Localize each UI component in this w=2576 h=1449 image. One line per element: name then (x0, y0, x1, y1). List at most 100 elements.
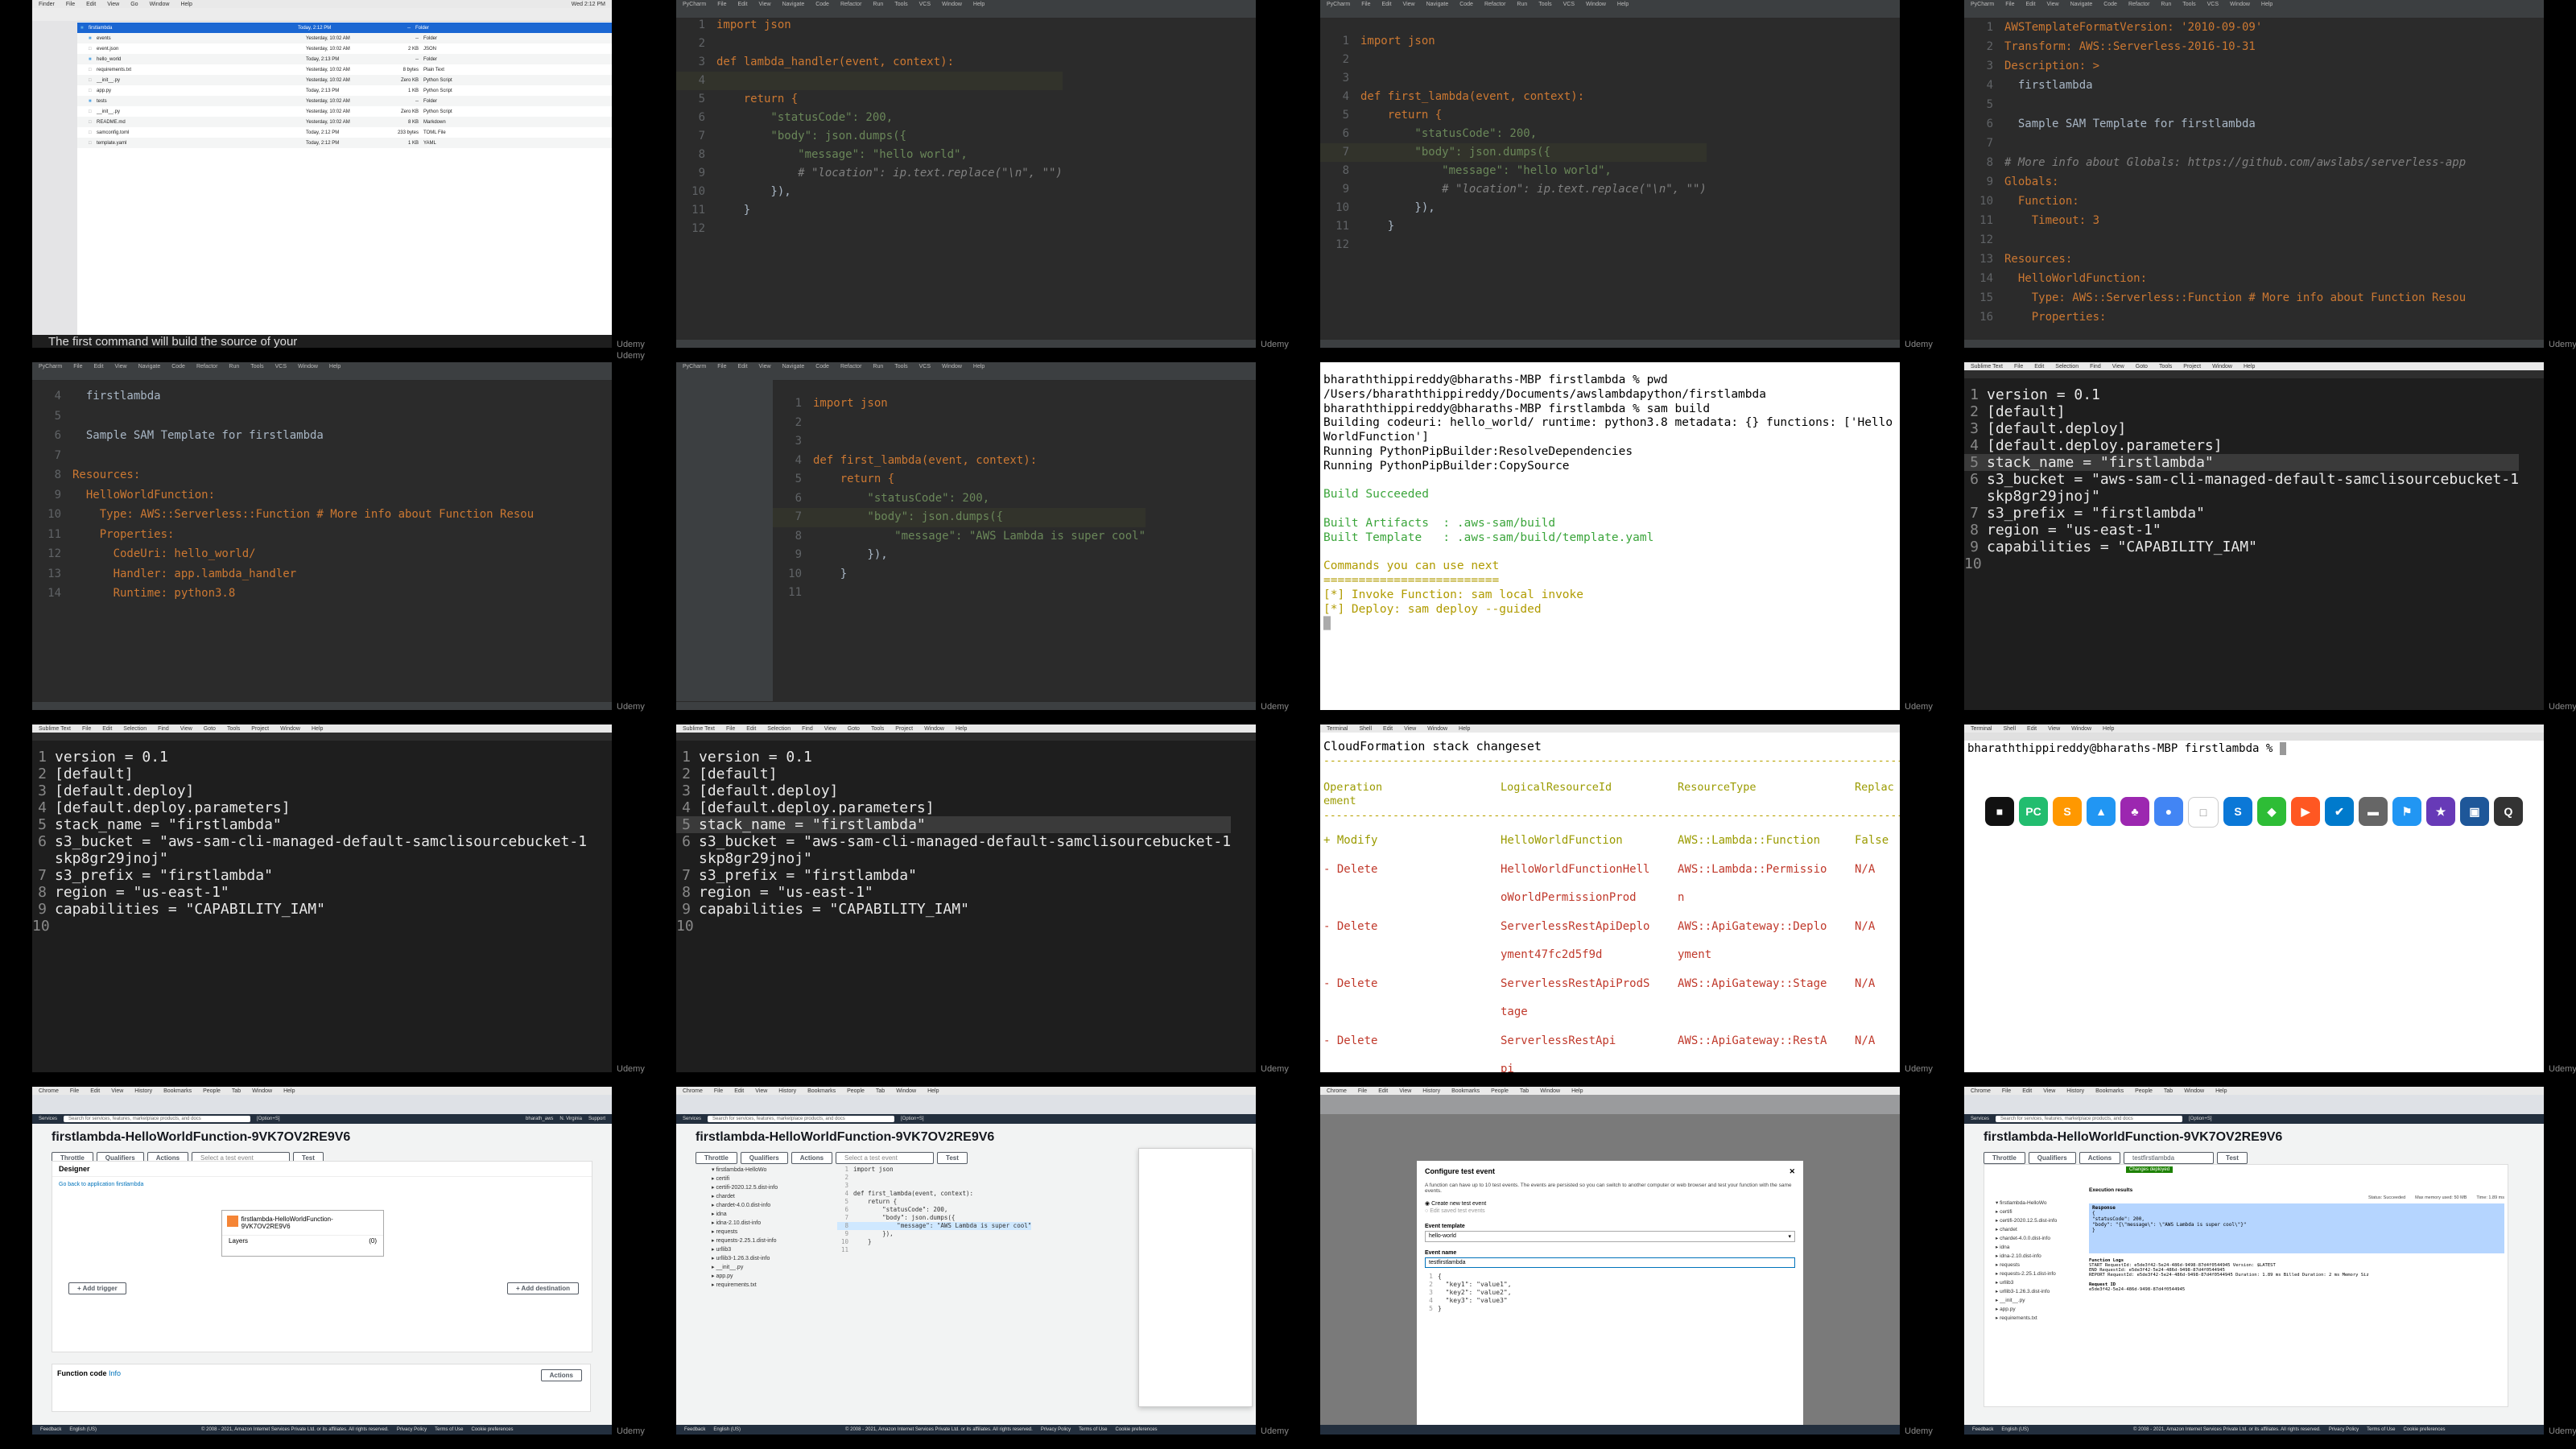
event-name-input[interactable]: testfirstlambda (1425, 1257, 1795, 1268)
tree-item[interactable]: ▸ requests (1996, 1261, 2084, 1269)
dock-app-icon[interactable]: ▬ (2359, 797, 2388, 826)
dock-app-icon[interactable]: S (2053, 797, 2082, 826)
tree-item[interactable]: ▸ app.py (712, 1272, 832, 1281)
dock-app-icon[interactable]: ♣ (2120, 797, 2149, 826)
event-json-editor[interactable]: 1{2 "key1": "value1", 3 "key2": "value2",… (1425, 1273, 1795, 1313)
add-destination-button[interactable]: + Add destination (506, 1282, 579, 1294)
dock-app-icon[interactable]: ★ (2426, 797, 2455, 826)
changeset-cell: ServerlessRestApiProdS (1501, 976, 1650, 990)
tree-item[interactable]: ▸ requirements.txt (712, 1281, 832, 1290)
tree-item[interactable]: ▸ chardet-4.0.0.dist-info (1996, 1234, 2084, 1243)
finder-row[interactable]: □ __init__.py Yesterday, 10:02 AM Zero KB Py… (77, 106, 612, 117)
finder-sidebar[interactable] (32, 21, 77, 348)
tree-item[interactable]: ▸ certifi-2020.12.5.dist-info (1996, 1216, 2084, 1225)
dock-app-icon[interactable]: PC (2019, 797, 2048, 826)
finder-row[interactable]: □ samconfig.toml Today, 2:12 PM 233 bytes TO… (77, 127, 612, 138)
dock-app-icon[interactable]: ✔ (2325, 797, 2354, 826)
dock-app-icon[interactable]: ▶ (2291, 797, 2320, 826)
aws-search-input[interactable]: Search for services, features, marketpla… (64, 1116, 251, 1122)
tree-item[interactable]: ▸ requirements.txt (1996, 1314, 2084, 1323)
tree-item[interactable]: ▸ idna (712, 1210, 832, 1219)
code-editor[interactable]: 1 import json 2 3 4 def first_lambda(event, c… (1320, 32, 1707, 254)
tree-item[interactable]: ▸ urllib3 (712, 1245, 832, 1254)
terminal-prompt[interactable]: bharaththippireddy@bharaths-MBP firstlam… (1967, 742, 2287, 755)
tree-item[interactable]: ▸ certifi (712, 1174, 832, 1183)
finder-row[interactable]: □ event.json Yesterday, 10:02 AM 2 KB JSON (77, 43, 612, 54)
tree-item[interactable]: ▾ firstlambda-HelloWo (712, 1166, 832, 1174)
tree-item[interactable]: ▸ idna-2.10.dist-info (712, 1219, 832, 1228)
dock-app-icon[interactable]: S (2223, 797, 2252, 826)
tree-item[interactable]: ▸ idna-2.10.dist-info (1996, 1252, 2084, 1261)
dock-app-icon[interactable]: ● (2154, 797, 2183, 826)
finder-row[interactable]: □ requirements.txt Yesterday, 10:02 AM 8 by… (77, 64, 612, 75)
tree-item[interactable]: ▸ urllib3 (1996, 1278, 2084, 1287)
terminal-output[interactable]: bharaththippireddy@bharaths-MBP firstlam… (1323, 374, 1893, 632)
tree-item[interactable]: ▸ certifi (1996, 1208, 2084, 1216)
tree-item[interactable]: ▸ __init__.py (712, 1263, 832, 1272)
dock-app-icon[interactable]: ▲ (2087, 797, 2116, 826)
toml-editor[interactable]: 1 version = 0.1 2 [default] 3 [default.deploy… (32, 749, 587, 935)
layers-label[interactable]: Layers (229, 1237, 248, 1245)
radio-edit-saved[interactable]: ○ Edit saved test events (1417, 1207, 1803, 1216)
code-line: 3 (1320, 69, 1707, 88)
code-editor[interactable]: 1 import json 2 3 def lambda_handler(event, … (676, 16, 1063, 238)
finder-row[interactable]: ■ firstlambda Today, 2:12 PM -- Folder (77, 23, 612, 33)
finder-list[interactable]: ■ firstlambda Today, 2:12 PM -- Folder ■ event… (77, 23, 612, 148)
toml-editor[interactable]: 1 version = 0.1 2 [default] 3 [default.deploy… (1964, 386, 2520, 572)
radio-create-new[interactable]: ◉ Create new test event (1417, 1194, 1803, 1207)
execution-result-tab[interactable]: Execution results (2089, 1187, 2504, 1193)
test-event-select[interactable]: testfirstlambda (2124, 1152, 2215, 1164)
tree-item[interactable]: ▸ urllib3-1.26.3.dist-info (1996, 1287, 2084, 1296)
tree-item[interactable]: ▸ requests-2.25.1.dist-info (712, 1236, 832, 1245)
project-tree[interactable] (676, 380, 774, 702)
line-number: 6 (54, 429, 61, 442)
file-name: tests (97, 98, 107, 104)
changeset-row: pi (1323, 1056, 1900, 1072)
dock-app-icon[interactable]: Q (2494, 797, 2523, 826)
tree-item[interactable]: ▸ requests-2.25.1.dist-info (1996, 1269, 2084, 1278)
toml-editor[interactable]: 1 version = 0.1 2 [default] 3 [default.deploy… (676, 749, 1232, 935)
code-line: 10 Function: (1964, 192, 2466, 211)
function-box[interactable]: firstlambda-HelloWorldFunction-9VK7OV2RE… (221, 1210, 384, 1257)
tree-item[interactable]: ▸ requests (712, 1228, 832, 1236)
finder-row[interactable]: □ template.yaml Today, 2:12 PM 1 KB YAML (77, 138, 612, 148)
tree-item[interactable]: ▸ chardet (712, 1192, 832, 1201)
dock-app-icon[interactable]: □ (2188, 797, 2219, 828)
finder-row[interactable]: ■ tests Yesterday, 10:02 AM -- Folder (77, 96, 612, 106)
finder-row[interactable]: □ README.md Yesterday, 10:02 AM 8 KB Markdow… (77, 117, 612, 127)
environment-tree[interactable]: ▾ firstlambda-HelloWo ▸ certifi ▸ certif… (1996, 1199, 2084, 1323)
tree-item[interactable]: ▸ __init__.py (1996, 1296, 2084, 1305)
code-line: 7 s3_prefix = "firstlambda" (1964, 505, 2519, 522)
dock-app-icon[interactable]: ◆ (2257, 797, 2286, 826)
event-template-select[interactable]: hello-world ▾ (1425, 1231, 1795, 1242)
account-dropdown-menu[interactable] (1138, 1148, 1253, 1407)
finder-row[interactable]: □ __init__.py Yesterday, 10:02 AM Zero KB Py… (77, 75, 612, 85)
close-icon[interactable]: ✕ (1789, 1167, 1795, 1176)
finder-row[interactable]: □ app.py Today, 2:13 PM 1 KB Python Script (77, 85, 612, 96)
dock-app-icon[interactable]: ⚑ (2392, 797, 2421, 826)
yaml-editor[interactable]: 4 firstlambda 5 6 Sample SAM Template for … (32, 386, 534, 604)
code-line: 5 (1964, 95, 2466, 114)
dock-app-icon[interactable]: ■ (1985, 797, 2014, 826)
code-editor[interactable]: 1 import json 2 3 4 def first_lambda(event, c… (773, 394, 1146, 603)
lambda-code-editor[interactable]: 1 import json 2 3 4 def first_lambda(event, c… (837, 1166, 1032, 1254)
finder-row[interactable]: ■ events Yesterday, 10:02 AM -- Folder (77, 33, 612, 43)
aws-navbar[interactable]: Services Search for services, features, m… (32, 1114, 612, 1124)
add-trigger-button[interactable]: + Add trigger (68, 1282, 126, 1294)
code-actions-button[interactable]: Actions (540, 1369, 582, 1381)
tree-item[interactable]: ▸ chardet-4.0.0.dist-info (712, 1201, 832, 1210)
code-line: 9 capabilities = "CAPABILITY_IAM" (676, 901, 1231, 918)
dock-app-icon[interactable]: ▣ (2460, 797, 2489, 826)
tree-item[interactable]: ▸ app.py (1996, 1305, 2084, 1314)
macos-dock[interactable]: ■ PC S ▲ ♣ ● □ S ◆ ▶ ✔ ▬ ⚑ ★ ▣ Q (1964, 797, 2544, 828)
tree-item[interactable]: ▸ certifi-2020.12.5.dist-info (712, 1183, 832, 1192)
yaml-editor[interactable]: 1 AWSTemplateFormatVersion: '2010-09-09' 2… (1964, 18, 2466, 327)
tree-item[interactable]: ▸ idna (1996, 1243, 2084, 1252)
tree-item[interactable]: ▾ firstlambda-HelloWo (1996, 1199, 2084, 1208)
environment-tree[interactable]: ▾ firstlambda-HelloWo ▸ certifi ▸ certif… (712, 1166, 832, 1290)
changeset-table[interactable]: + Modify HelloWorldFunction AWS::Lambda::F… (1323, 828, 1900, 1072)
back-to-app-link[interactable]: Go back to application firstlambda (52, 1177, 592, 1192)
tree-item[interactable]: ▸ urllib3-1.26.3.dist-info (712, 1254, 832, 1263)
finder-row[interactable]: ■ hello_world Today, 2:13 PM -- Folder (77, 54, 612, 64)
tree-item[interactable]: ▸ chardet (1996, 1225, 2084, 1234)
